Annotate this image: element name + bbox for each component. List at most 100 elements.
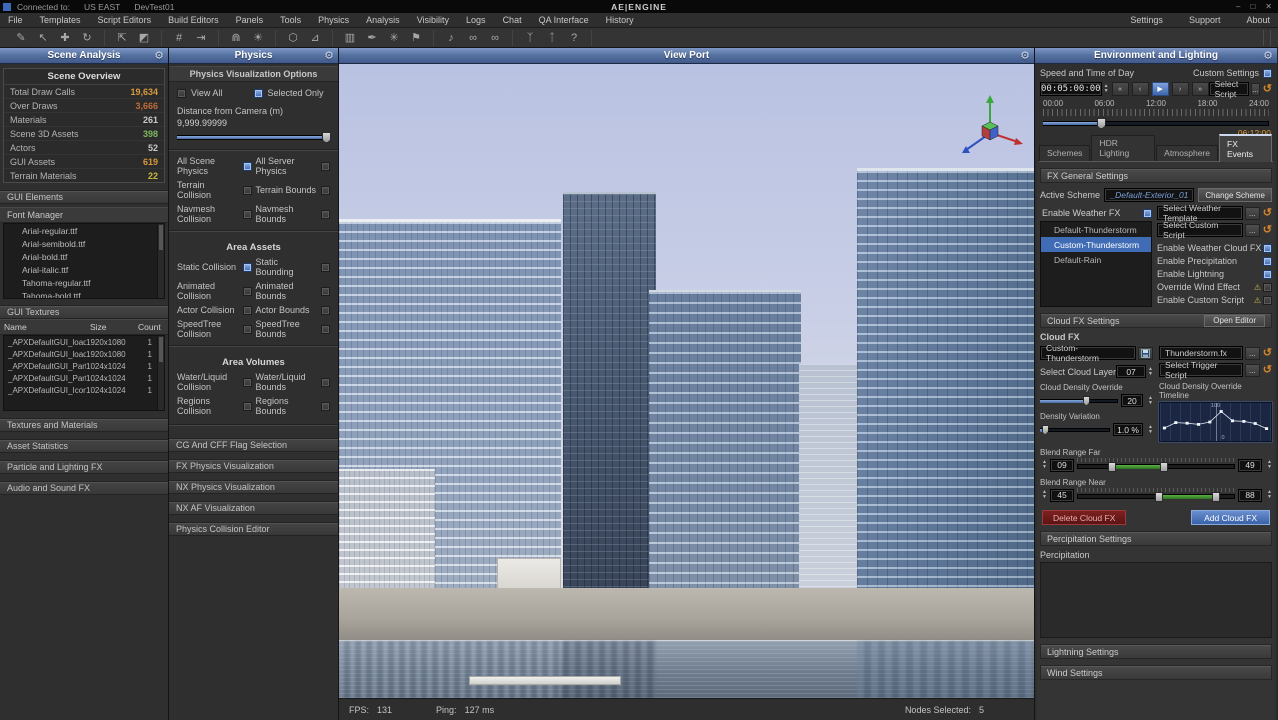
blend-far-min-value[interactable]: 09 xyxy=(1050,459,1074,472)
speaker-icon[interactable]: ♪ xyxy=(440,30,462,46)
toggle-checkbox[interactable] xyxy=(1263,296,1272,305)
section-audio-and-sound-fx[interactable]: Audio and Sound FX xyxy=(0,481,168,495)
select-custom-script-field[interactable]: Select Custom Script xyxy=(1157,223,1243,237)
texture-list[interactable]: _APXDefaultGUI_loading011920x10801_APXDe… xyxy=(3,335,165,411)
transform-scale-icon[interactable]: ⇱ xyxy=(111,30,133,46)
view-all-checkbox[interactable] xyxy=(177,89,186,98)
menu-support[interactable]: Support xyxy=(1163,15,1221,25)
menu-templates[interactable]: Templates xyxy=(40,15,98,25)
scene-analysis-header[interactable]: Scene Analysis ⚙ xyxy=(0,48,168,64)
gear-icon[interactable]: ⚙ xyxy=(154,49,164,62)
menu-settings[interactable]: Settings xyxy=(1104,15,1163,25)
option-checkbox[interactable] xyxy=(243,263,252,272)
font-list-item[interactable]: Arial-regular.ttf xyxy=(4,224,164,237)
section-textures-and-materials[interactable]: Textures and Materials xyxy=(0,418,168,432)
reset-icon[interactable]: ↺ xyxy=(1263,365,1272,375)
step-back-button[interactable]: ‹ xyxy=(1132,82,1149,96)
physics-option[interactable]: All Scene Physics xyxy=(177,156,252,176)
slider-handle[interactable] xyxy=(1097,118,1106,129)
stamp-icon[interactable]: ✎ xyxy=(10,30,32,46)
physics-option[interactable]: Actor Collision xyxy=(177,305,252,315)
option-checkbox[interactable] xyxy=(321,306,330,315)
option-checkbox[interactable] xyxy=(321,186,330,195)
texture-row[interactable]: _APXDefaultGUI_loading021920x10801 xyxy=(4,348,164,360)
viewport-header[interactable]: View Port ⚙ xyxy=(339,48,1034,64)
physics-option[interactable]: Actor Bounds xyxy=(256,305,331,315)
menu-panels[interactable]: Panels xyxy=(236,15,281,25)
option-checkbox[interactable] xyxy=(321,287,330,296)
menu-script-editors[interactable]: Script Editors xyxy=(98,15,169,25)
section-asset-statistics[interactable]: Asset Statistics xyxy=(0,439,168,453)
rotate-icon[interactable]: ↻ xyxy=(76,30,98,46)
toggle-checkbox[interactable] xyxy=(1263,244,1272,253)
toggle-checkbox[interactable] xyxy=(1263,257,1272,266)
change-scheme-button[interactable]: Change Scheme xyxy=(1198,188,1272,202)
percipitation-settings-header[interactable]: Percipitation Settings xyxy=(1040,531,1272,546)
menu-build-editors[interactable]: Build Editors xyxy=(168,15,236,25)
reset-icon[interactable]: ↺ xyxy=(1263,208,1272,218)
env-toggle-enable-precipitation[interactable]: Enable Precipitation xyxy=(1157,256,1272,266)
density-override-slider[interactable] xyxy=(1040,396,1118,406)
active-scheme-field[interactable]: _Default-Exterior_01 xyxy=(1104,188,1194,202)
browse-button[interactable]: ... xyxy=(1245,347,1260,360)
fast-forward-button[interactable]: » xyxy=(1192,82,1209,96)
menu-logs[interactable]: Logs xyxy=(466,15,503,25)
density-variation-value[interactable]: 1.0 % xyxy=(1113,423,1143,436)
fx-general-settings-header[interactable]: FX General Settings xyxy=(1040,168,1272,183)
option-checkbox[interactable] xyxy=(243,287,252,296)
tab-atmosphere[interactable]: Atmosphere xyxy=(1156,145,1218,161)
cloud-layer-spinner[interactable]: ▲▼ xyxy=(1148,367,1153,377)
package-icon[interactable]: ⬡ xyxy=(282,30,304,46)
run-icon[interactable]: ᛏ xyxy=(541,30,563,46)
enable-weather-fx-option[interactable]: Enable Weather FX xyxy=(1040,206,1152,221)
option-checkbox[interactable] xyxy=(243,325,252,334)
blend-near-max-value[interactable]: 88 xyxy=(1238,489,1262,502)
pen-icon[interactable]: ✒ xyxy=(361,30,383,46)
lock-icon[interactable]: ⋒ xyxy=(225,30,247,46)
font-list-item[interactable]: Arial-semibold.ttf xyxy=(4,237,164,250)
texture-row[interactable]: _APXDefaultGUI_loading011920x10801 xyxy=(4,336,164,348)
option-checkbox[interactable] xyxy=(243,186,252,195)
density-variation-spinner[interactable]: ▲▼ xyxy=(1148,425,1153,435)
move-icon[interactable]: ✚ xyxy=(54,30,76,46)
selected-only-checkbox[interactable] xyxy=(254,89,263,98)
env-toggle-override-wind-effect[interactable]: Override Wind Effect⚠ xyxy=(1157,282,1272,292)
maximize-button[interactable]: □ xyxy=(1250,2,1255,11)
physics-option[interactable]: All Server Physics xyxy=(256,156,331,176)
density-override-value[interactable]: 20 xyxy=(1121,394,1143,407)
library-icon[interactable]: ▥ xyxy=(339,30,361,46)
range-handle-high[interactable] xyxy=(1160,462,1168,472)
physics-option[interactable]: Animated Bounds xyxy=(256,281,331,301)
physics-option[interactable]: Terrain Collision xyxy=(177,180,252,200)
tab-fx-events[interactable]: FX Events xyxy=(1219,134,1272,162)
mesh-icon[interactable]: ✳ xyxy=(383,30,405,46)
env-toggle-enable-weather-cloud-fx[interactable]: Enable Weather Cloud FX xyxy=(1157,243,1272,253)
section-nx-af-visualization[interactable]: NX AF Visualization xyxy=(169,501,338,515)
physics-option[interactable]: Navmesh Collision xyxy=(177,204,252,224)
weather-scheme-list[interactable]: Default-ThunderstormCustom-ThunderstormD… xyxy=(1040,221,1152,307)
blend-range-far-slider[interactable] xyxy=(1077,458,1235,472)
menu-chat[interactable]: Chat xyxy=(503,15,539,25)
flag-icon[interactable]: ⚑ xyxy=(405,30,427,46)
section-particle-and-lighting-fx[interactable]: Particle and Lighting FX xyxy=(0,460,168,474)
gear-icon[interactable]: ⚙ xyxy=(324,49,334,62)
option-checkbox[interactable] xyxy=(243,306,252,315)
slider-handle[interactable] xyxy=(1083,396,1090,406)
query-icon[interactable]: ? xyxy=(563,30,585,46)
slider-handle[interactable] xyxy=(1042,425,1049,435)
physics-option[interactable]: Water/Liquid Collision xyxy=(177,372,252,392)
option-checkbox[interactable] xyxy=(243,402,252,411)
section-cg-and-cff-flag-selection[interactable]: CG And CFF Flag Selection xyxy=(169,438,338,452)
weather-scheme-item[interactable]: Default-Rain xyxy=(1041,252,1151,267)
physics-option[interactable]: Regions Collision xyxy=(177,396,252,416)
gear-icon[interactable]: ⚙ xyxy=(1020,49,1030,62)
link-icon[interactable]: ∞ xyxy=(462,30,484,46)
range-handle-low[interactable] xyxy=(1155,492,1163,502)
menu-about[interactable]: About xyxy=(1220,15,1270,25)
enable-weather-fx-checkbox[interactable] xyxy=(1143,209,1152,218)
blend-near-min-spinner[interactable]: ▲▼ xyxy=(1042,490,1047,500)
crop-icon[interactable]: ◩ xyxy=(133,30,155,46)
font-list-item[interactable]: Arial-bold.ttf xyxy=(4,250,164,263)
cloud-density-timeline-chart[interactable]: 100 0 xyxy=(1159,402,1272,442)
toggle-checkbox[interactable] xyxy=(1263,270,1272,279)
